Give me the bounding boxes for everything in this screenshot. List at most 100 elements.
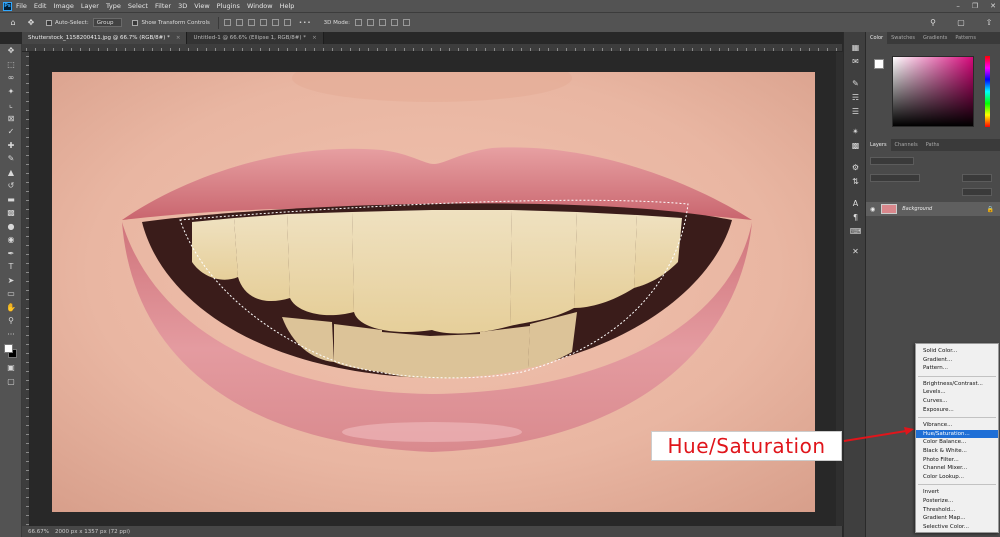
zoom-tool-icon[interactable]: ⚲	[0, 314, 22, 328]
history-panel-icon[interactable]: ▦	[844, 40, 867, 54]
more-tools-icon[interactable]: ···	[0, 328, 22, 342]
visibility-eye-icon[interactable]: ◉	[870, 206, 875, 213]
opacity-field[interactable]	[962, 174, 992, 182]
align-middle-icon[interactable]	[271, 19, 279, 26]
close-icon[interactable]: ×	[176, 35, 181, 41]
eraser-tool-icon[interactable]: ▬	[0, 193, 22, 207]
comments-panel-icon[interactable]: ✉	[844, 54, 867, 68]
auto-select-dropdown[interactable]: Group	[92, 18, 123, 27]
tools-cross-icon[interactable]: ✕	[844, 244, 867, 258]
tab-gradients[interactable]: Gradients	[919, 32, 951, 44]
menu-item-black-white[interactable]: Black & White...	[916, 447, 998, 456]
foreground-color-swatch[interactable]	[874, 59, 884, 69]
menu-item-color-lookup[interactable]: Color Lookup...	[916, 473, 998, 482]
swap-panel-icon[interactable]: ⇅	[844, 174, 867, 188]
hand-tool-icon[interactable]: ✋	[0, 301, 22, 315]
libraries-panel-icon[interactable]: ✴	[844, 124, 867, 138]
zoom-level[interactable]: 66.67%	[28, 529, 49, 535]
histogram-panel-icon[interactable]: ▩	[844, 138, 867, 152]
menu-view[interactable]: View	[194, 2, 209, 10]
quick-select-tool-icon[interactable]: ✦	[0, 85, 22, 99]
menu-item-hue-saturation[interactable]: Hue/Saturation...	[916, 429, 998, 439]
brush-settings-icon[interactable]: ✎	[844, 76, 867, 90]
align-center-icon[interactable]	[235, 19, 243, 26]
menu-item-photo-filter[interactable]: Photo Filter...	[916, 456, 998, 465]
glyphs-panel-icon[interactable]: ⌨	[844, 224, 867, 238]
color-swatches[interactable]	[0, 341, 22, 361]
foreground-color-swatch[interactable]	[4, 344, 13, 353]
menu-item-threshold[interactable]: Threshold...	[916, 506, 998, 515]
menu-item-channel-mixer[interactable]: Channel Mixer...	[916, 464, 998, 473]
share-icon[interactable]: ⇧	[984, 18, 994, 28]
pan-3d-icon[interactable]	[378, 19, 386, 26]
menu-layer[interactable]: Layer	[81, 2, 99, 10]
menu-item-selective-color[interactable]: Selective Color...	[916, 523, 998, 532]
workspace-icon[interactable]: ▢	[956, 18, 966, 28]
search-icon[interactable]: ⚲	[928, 18, 938, 28]
fill-field[interactable]	[962, 188, 992, 196]
lasso-tool-icon[interactable]: ∞	[0, 71, 22, 85]
menu-item-solid-color[interactable]: Solid Color...	[916, 347, 998, 356]
menu-item-posterize[interactable]: Posterize...	[916, 497, 998, 506]
menu-item-color-balance[interactable]: Color Balance...	[916, 438, 998, 447]
menu-type[interactable]: Type	[106, 2, 121, 10]
menu-item-gradient[interactable]: Gradient...	[916, 356, 998, 365]
minimize-icon[interactable]: –	[956, 2, 960, 10]
tab-patterns[interactable]: Patterns	[951, 32, 980, 44]
crop-tool-icon[interactable]: ⌞	[0, 98, 22, 112]
tab-swatches[interactable]: Swatches	[887, 32, 919, 44]
layer-row-background[interactable]: ◉ Background 🔒	[866, 202, 1000, 216]
marquee-tool-icon[interactable]: ⬚	[0, 58, 22, 72]
hue-slider[interactable]	[985, 56, 990, 127]
align-top-icon[interactable]	[259, 19, 267, 26]
type-tool-icon[interactable]: T	[0, 260, 22, 274]
menu-item-levels[interactable]: Levels...	[916, 388, 998, 397]
history-brush-tool-icon[interactable]: ↺	[0, 179, 22, 193]
move-tool-icon[interactable]: ✥	[0, 44, 22, 58]
paragraph-panel-icon[interactable]: ¶	[844, 210, 867, 224]
frame-tool-icon[interactable]: ⊠	[0, 112, 22, 126]
character-panel-icon[interactable]: A	[844, 196, 867, 210]
show-transform-checkbox[interactable]	[132, 19, 139, 26]
tab-paths[interactable]: Paths	[922, 139, 944, 151]
menu-image[interactable]: Image	[53, 2, 73, 10]
gradient-tool-icon[interactable]: ▩	[0, 206, 22, 220]
orbit-3d-icon[interactable]	[354, 19, 362, 26]
styles-panel-icon[interactable]: ☰	[844, 104, 867, 118]
slide-3d-icon[interactable]	[390, 19, 398, 26]
close-icon[interactable]: ×	[312, 35, 317, 41]
menu-item-pattern[interactable]: Pattern...	[916, 364, 998, 373]
screen-mode-icon[interactable]: ▢	[0, 375, 22, 389]
menu-item-invert[interactable]: Invert	[916, 488, 998, 497]
menu-item-gradient-map[interactable]: Gradient Map...	[916, 514, 998, 523]
healing-brush-tool-icon[interactable]: ✚	[0, 139, 22, 153]
layer-filter-dropdown[interactable]	[870, 157, 914, 165]
align-left-icon[interactable]	[223, 19, 231, 26]
quick-mask-icon[interactable]: ▣	[0, 361, 22, 375]
menu-filter[interactable]: Filter	[155, 2, 171, 10]
move-tool-icon[interactable]: ✥	[26, 18, 36, 28]
rectangle-tool-icon[interactable]: ▭	[0, 287, 22, 301]
menu-item-vibrance[interactable]: Vibrance...	[916, 421, 998, 430]
eyedropper-tool-icon[interactable]: ✓	[0, 125, 22, 139]
align-bottom-icon[interactable]	[283, 19, 291, 26]
menu-item-exposure[interactable]: Exposure...	[916, 406, 998, 415]
tab-color[interactable]: Color	[866, 32, 888, 44]
menu-item-brightness-contrast[interactable]: Brightness/Contrast...	[916, 380, 998, 389]
color-picker-field[interactable]	[892, 56, 974, 127]
blend-mode-dropdown[interactable]	[870, 174, 920, 182]
tab-document-2[interactable]: Untitled-1 @ 66.6% (Ellipse 1, RGB/8#) *…	[187, 32, 324, 44]
maximize-icon[interactable]: ❐	[972, 2, 978, 10]
menu-edit[interactable]: Edit	[34, 2, 47, 10]
menu-window[interactable]: Window	[247, 2, 273, 10]
menu-help[interactable]: Help	[280, 2, 295, 10]
properties-panel-icon[interactable]: ⚙	[844, 160, 867, 174]
tab-layers[interactable]: Layers	[866, 139, 891, 151]
blur-tool-icon[interactable]: ●	[0, 220, 22, 234]
menu-plugins[interactable]: Plugins	[217, 2, 240, 10]
brush-tool-icon[interactable]: ✎	[0, 152, 22, 166]
more-options-icon[interactable]: •••	[299, 20, 312, 26]
menu-3d[interactable]: 3D	[178, 2, 187, 10]
close-icon[interactable]: ✕	[990, 2, 996, 10]
tab-channels[interactable]: Channels	[891, 139, 922, 151]
